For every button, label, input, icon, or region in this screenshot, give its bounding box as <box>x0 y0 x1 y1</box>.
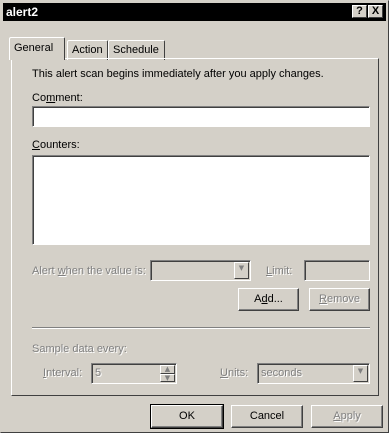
counters-label: Counters: <box>32 139 80 151</box>
tab-schedule[interactable]: Schedule <box>108 40 165 60</box>
limit-input[interactable] <box>304 260 370 281</box>
comment-label: Comment: <box>32 92 83 104</box>
add-counter-button[interactable]: Add... <box>238 288 299 311</box>
separator <box>32 327 370 329</box>
limit-label: Limit: <box>266 265 293 277</box>
chevron-down-icon[interactable]: ▼ <box>353 365 368 382</box>
alert-when-select[interactable]: ▼ <box>150 260 251 281</box>
apply-button[interactable]: Apply <box>311 405 383 428</box>
ok-button[interactable]: OK <box>150 404 224 429</box>
comment-input[interactable] <box>32 106 370 127</box>
tab-action[interactable]: Action <box>67 40 108 60</box>
interval-spinner[interactable]: 5 ▲ ▼ <box>91 363 177 384</box>
tab-general[interactable]: General <box>9 37 65 60</box>
counters-list[interactable] <box>32 155 370 245</box>
remove-counter-button[interactable]: Remove <box>309 288 370 311</box>
chevron-down-icon[interactable]: ▼ <box>234 262 249 279</box>
units-select[interactable]: seconds ▼ <box>257 363 370 384</box>
intro-text: This alert scan begins immediately after… <box>32 68 324 80</box>
sample-data-label: Sample data every: <box>32 343 127 355</box>
alert-properties-dialog: alert2 ? X General Action Schedule This … <box>0 0 389 433</box>
title-bar[interactable]: alert2 ? X <box>3 3 386 21</box>
interval-label: Interval: <box>43 367 83 379</box>
close-button[interactable]: X <box>368 5 383 18</box>
cancel-button[interactable]: Cancel <box>231 405 303 428</box>
alert-when-label: Alert when the value is: <box>32 265 146 277</box>
general-tab-panel: This alert scan begins immediately after… <box>11 58 379 396</box>
help-button[interactable]: ? <box>352 5 367 18</box>
window-title: alert2 <box>6 5 39 19</box>
units-label: Units: <box>220 367 249 379</box>
spin-up-icon[interactable]: ▲ <box>160 365 175 374</box>
spin-down-icon[interactable]: ▼ <box>160 374 175 382</box>
